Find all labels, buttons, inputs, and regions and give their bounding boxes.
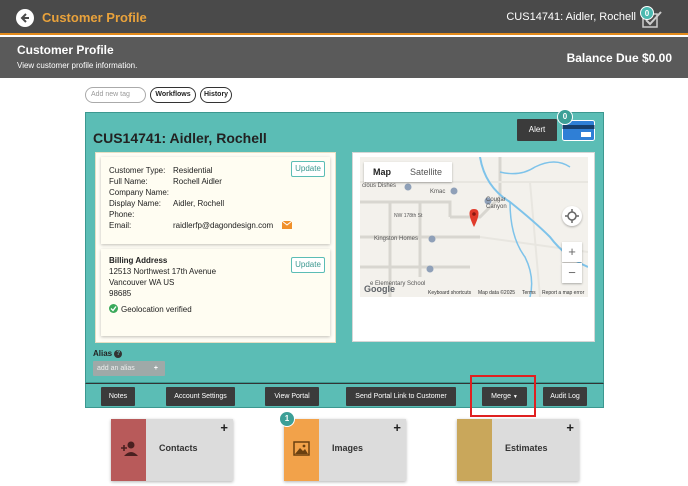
task-count-badge: 0	[640, 6, 654, 20]
map-label-kmac: Kmac	[430, 189, 446, 195]
map-footer-shortcuts[interactable]: Keyboard shortcuts	[428, 290, 471, 296]
billing-line1: 12513 Northwest 17th Avenue	[109, 267, 217, 276]
billing-title: Billing Address	[109, 256, 168, 265]
images-label: Images	[332, 443, 364, 453]
estimates-tile[interactable]: Estimates +	[457, 419, 579, 481]
label-display-name: Display Name:	[109, 199, 162, 208]
value-email[interactable]: raidlerfp@dagondesign.com	[173, 221, 273, 230]
app-title: Customer Profile	[42, 10, 147, 25]
page-header: Customer Profile View customer profile i…	[0, 37, 688, 78]
map-label-kingston: Kingston Homes	[374, 236, 419, 242]
map-footer-terms[interactable]: Terms	[522, 290, 536, 296]
alert-button[interactable]: Alert	[517, 119, 557, 141]
add-contact-button[interactable]: +	[220, 420, 228, 435]
value-customer-type: Residential	[173, 166, 213, 175]
customer-title: CUS14741: Aidler, Rochell	[93, 130, 267, 146]
value-display-name: Aidler, Rochell	[173, 199, 225, 208]
location-icon[interactable]	[562, 206, 582, 226]
label-full-name: Full Name:	[109, 177, 148, 186]
value-full-name: Rochell Aidler	[173, 177, 222, 186]
back-arrow-icon[interactable]	[16, 9, 34, 27]
map-footer-data: Map data ©2025	[478, 290, 516, 296]
workflows-button[interactable]: Workflows	[150, 87, 196, 103]
map-type-control: Map Satellite	[364, 162, 452, 182]
account-settings-button[interactable]: Account Settings	[166, 387, 235, 406]
contacts-tile[interactable]: Contacts +	[111, 419, 233, 481]
alias-input[interactable]: add an alias +	[93, 361, 165, 376]
map-footer-report[interactable]: Report a map error	[542, 290, 584, 296]
google-logo: Google	[364, 284, 395, 294]
billing-line3: 98685	[109, 289, 132, 298]
alias-placeholder: add an alias	[97, 365, 135, 372]
billing-line2: Vancouver WA US	[109, 278, 175, 287]
images-tile-color	[284, 419, 319, 481]
update-contact-button[interactable]: Update	[291, 161, 325, 177]
add-estimate-button[interactable]: +	[566, 420, 574, 435]
estimates-tile-color	[457, 419, 492, 481]
envelope-icon[interactable]	[282, 221, 292, 229]
add-alias-button[interactable]: +	[154, 361, 158, 376]
merge-highlight-box	[470, 375, 536, 417]
alias-label-text: Alias	[93, 349, 113, 358]
map-label-dishes: cious Dishes	[362, 183, 397, 189]
add-tag-input[interactable]: Add new tag	[85, 87, 146, 103]
label-phone: Phone:	[109, 210, 135, 219]
map-label-canyon: Canyon	[486, 204, 507, 210]
contacts-label: Contacts	[159, 443, 198, 453]
image-icon	[293, 441, 310, 456]
label-company-name: Company Name:	[109, 188, 170, 197]
audit-log-button[interactable]: Audit Log	[543, 387, 587, 406]
send-portal-link-button[interactable]: Send Portal Link to Customer	[346, 387, 456, 406]
map-tab-satellite[interactable]: Satellite	[400, 162, 452, 182]
history-button[interactable]: History	[200, 87, 232, 103]
alias-label: Alias ?	[93, 349, 123, 358]
label-customer-type: Customer Type:	[109, 166, 166, 175]
page-subtitle: View customer profile information.	[17, 61, 138, 70]
geolocation-status: Geolocation verified	[121, 305, 192, 314]
zoom-in-button[interactable]: +	[562, 242, 582, 262]
help-icon[interactable]: ?	[114, 349, 123, 358]
add-person-icon	[121, 441, 138, 456]
estimates-label: Estimates	[505, 443, 548, 453]
update-billing-button[interactable]: Update	[291, 257, 325, 273]
images-count-badge: 1	[279, 411, 295, 427]
page-title: Customer Profile	[17, 43, 114, 57]
card-count-badge: 0	[557, 109, 573, 125]
map-tab-map[interactable]: Map	[364, 162, 400, 182]
map-label-cougar: Cougar	[486, 197, 506, 203]
contacts-tile-color	[111, 419, 146, 481]
notes-button[interactable]: Notes	[101, 387, 135, 406]
map-label-street: NW 178th St	[394, 213, 423, 219]
top-bar: Customer Profile CUS14741: Aidler, Roche…	[0, 0, 688, 35]
label-email: Email:	[109, 221, 132, 230]
view-portal-button[interactable]: View Portal	[265, 387, 319, 406]
add-image-button[interactable]: +	[393, 420, 401, 435]
check-circle-icon	[109, 304, 118, 313]
current-customer: CUS14741: Aidler, Rochell	[506, 11, 636, 23]
balance-due: Balance Due $0.00	[566, 51, 672, 65]
images-tile[interactable]: Images +	[284, 419, 406, 481]
zoom-out-button[interactable]: −	[562, 263, 582, 283]
